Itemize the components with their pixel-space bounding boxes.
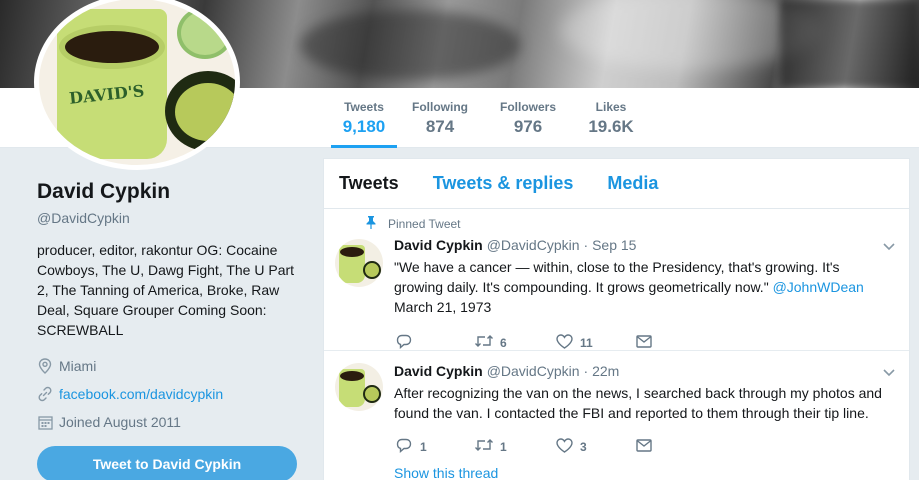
profile-website-link[interactable]: facebook.com/davidcypkin [59, 386, 223, 402]
tweet-author-handle[interactable]: @DavidCypkin [487, 363, 580, 379]
tab-media[interactable]: Media [607, 173, 658, 194]
like-button[interactable]: 11 [554, 333, 634, 353]
map-pin-icon [37, 358, 53, 374]
profile-location: Miami [37, 356, 307, 376]
nav-tweets-count: 9,180 [342, 117, 386, 136]
dm-button[interactable] [634, 438, 714, 456]
profile-card: David Cypkin @DavidCypkin producer, edit… [37, 180, 307, 432]
tweet-author-name[interactable]: David Cypkin [394, 363, 483, 379]
chevron-down-icon[interactable] [883, 365, 895, 380]
show-thread-link[interactable]: Show this thread [394, 465, 889, 480]
tweet-actions: 1 1 3 [394, 433, 889, 461]
profile-bio: producer, editor, rakontur OG: Cocaine C… [37, 242, 295, 338]
tweet-time[interactable]: · 22m [584, 363, 620, 379]
retweet-icon [474, 334, 494, 352]
pin-icon [364, 216, 378, 232]
tweet-item[interactable]: David Cypkin @DavidCypkin · 22m After re… [324, 351, 909, 480]
nav-likes-label: Likes [595, 100, 627, 114]
reply-button[interactable] [394, 334, 474, 353]
profile-handle[interactable]: @DavidCypkin [37, 210, 307, 226]
pinned-text: Pinned Tweet [388, 217, 461, 231]
nav-following-count: 874 [425, 117, 455, 136]
reply-button[interactable]: 1 [394, 438, 474, 457]
profile-joined: Joined August 2011 [37, 412, 307, 432]
calendar-icon [37, 414, 53, 430]
tweet-to-button[interactable]: Tweet to David Cypkin [37, 446, 297, 480]
tweet-text: "We have a cancer — within, close to the… [394, 257, 889, 317]
retweet-count: 1 [500, 440, 507, 454]
reply-count: 1 [420, 440, 427, 454]
nav-likes-count: 19.6K [588, 117, 634, 136]
reply-icon [394, 438, 414, 457]
like-count: 11 [580, 336, 593, 350]
tweet-item[interactable]: Pinned Tweet David Cypkin @DavidCypkin ·… [324, 209, 909, 351]
tweet-text: After recognizing the van on the news, I… [394, 385, 882, 421]
envelope-icon [634, 334, 654, 352]
tweet-author-name[interactable]: David Cypkin [394, 237, 483, 253]
retweet-button[interactable]: 1 [474, 438, 554, 456]
tweet-header: David Cypkin @DavidCypkin · 22m [394, 361, 889, 381]
profile-joined-text: Joined August 2011 [59, 414, 181, 430]
nav-likes[interactable]: Likes 19.6K [584, 88, 638, 148]
like-button[interactable]: 3 [554, 437, 634, 457]
heart-icon [554, 437, 574, 457]
retweet-count: 6 [500, 336, 507, 350]
tab-tweets[interactable]: Tweets [339, 173, 399, 194]
profile-avatar[interactable]: DAVID'S [34, 0, 240, 170]
pinned-label: Pinned Tweet [364, 213, 889, 235]
tweet-body-date: March 21, 1973 [394, 299, 492, 315]
nav-following-label: Following [412, 100, 468, 114]
tweet-avatar[interactable] [335, 363, 383, 411]
nav-followers-label: Followers [499, 100, 556, 114]
envelope-icon [634, 438, 654, 456]
profile-name[interactable]: David Cypkin [37, 180, 307, 204]
retweet-button[interactable]: 6 [474, 334, 554, 352]
nav-tweets[interactable]: Tweets 9,180 [331, 88, 397, 148]
nav-followers-count: 976 [513, 117, 543, 136]
tweet-avatar[interactable] [335, 239, 383, 287]
chevron-down-icon[interactable] [883, 239, 895, 254]
nav-tweets-label: Tweets [344, 100, 384, 114]
nav-followers[interactable]: Followers 976 [496, 88, 560, 148]
nav-following[interactable]: Following 874 [408, 88, 472, 148]
dm-button[interactable] [634, 334, 714, 352]
timeline: Tweets Tweets & replies Media Pinned Twe… [323, 158, 910, 480]
heart-icon [554, 333, 574, 353]
profile-location-text: Miami [59, 358, 97, 374]
like-count: 3 [580, 440, 587, 454]
tweet-header: David Cypkin @DavidCypkin · Sep 15 [394, 235, 889, 255]
profile-website: facebook.com/davidcypkin [37, 384, 307, 404]
reply-icon [394, 334, 414, 353]
tweet-time[interactable]: · Sep 15 [584, 237, 637, 253]
tab-tweets-replies[interactable]: Tweets & replies [433, 173, 574, 194]
timeline-tabs: Tweets Tweets & replies Media [324, 159, 909, 209]
link-icon [37, 386, 53, 402]
tweet-author-handle[interactable]: @DavidCypkin [487, 237, 580, 253]
tweet-mention[interactable]: @JohnWDean [773, 279, 864, 295]
retweet-icon [474, 438, 494, 456]
